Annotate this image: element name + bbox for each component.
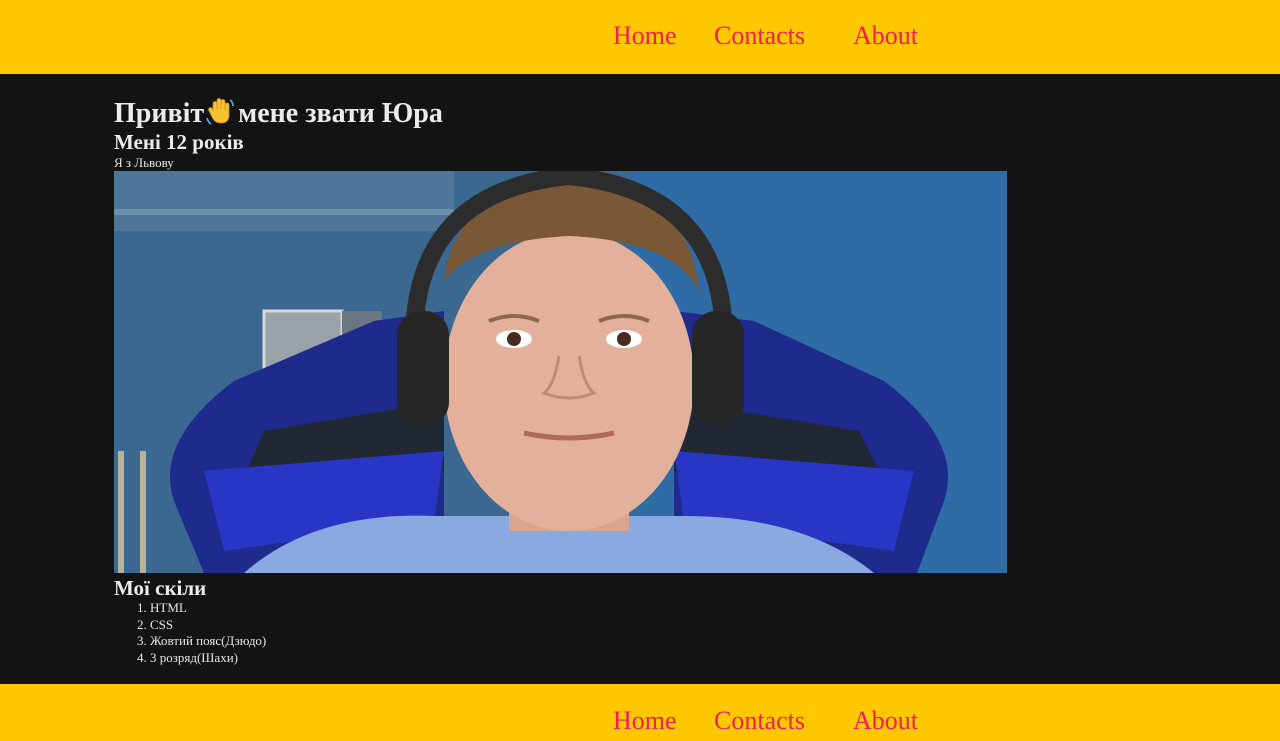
from-text: Я з Львову bbox=[114, 155, 174, 170]
nav-link-home[interactable]: Home bbox=[613, 23, 677, 49]
nav-link-contacts[interactable]: Contacts bbox=[714, 23, 805, 49]
age-subtitle: Мені 12 років bbox=[114, 130, 244, 154]
skills-list: HTML CSS Жовтий пояс(Дзюдо) 3 розряд(Шах… bbox=[114, 600, 266, 666]
profile-photo-illustration bbox=[114, 171, 1007, 573]
footer-link-home[interactable]: Home bbox=[613, 708, 677, 734]
top-nav-bar: Home Contacts About bbox=[0, 0, 1280, 74]
greeting-end: мене звати Юра bbox=[238, 98, 443, 129]
nav-link-about[interactable]: About bbox=[853, 23, 918, 49]
page-title: Привіт мене звати Юра bbox=[114, 96, 443, 134]
footer-link-contacts[interactable]: Contacts bbox=[714, 708, 805, 734]
bottom-nav-bar: Home Contacts About bbox=[0, 684, 1280, 741]
footer-link-about[interactable]: About bbox=[853, 708, 918, 734]
skill-item: Жовтий пояс(Дзюдо) bbox=[150, 633, 266, 650]
profile-photo bbox=[114, 171, 1007, 573]
skill-item: CSS bbox=[150, 617, 266, 634]
skill-item: 3 розряд(Шахи) bbox=[150, 650, 266, 667]
greeting-start: Привіт bbox=[114, 98, 205, 129]
skill-item: HTML bbox=[150, 600, 266, 617]
skills-title: Мої скіли bbox=[114, 576, 207, 600]
waving-hand-icon bbox=[206, 96, 234, 134]
